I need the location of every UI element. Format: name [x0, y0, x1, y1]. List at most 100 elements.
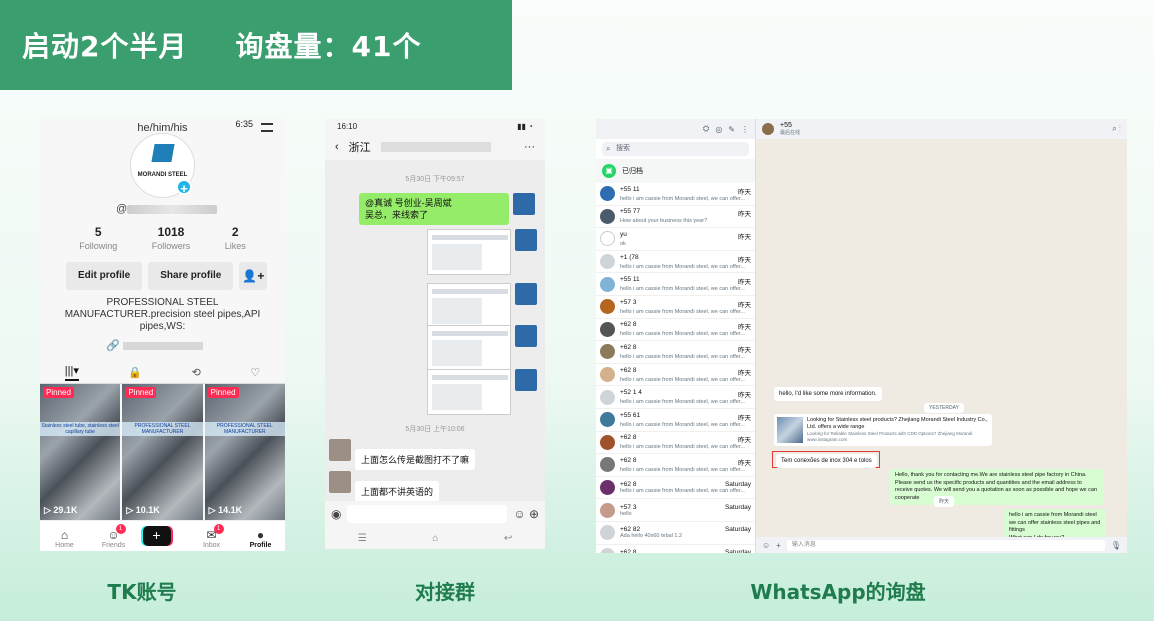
- profile-icon: ●: [256, 528, 265, 542]
- nav-inbox[interactable]: ✉ 1 Inbox: [192, 524, 232, 549]
- chat-text: +55 11 昨天 hello i am cassie from Morandi s…: [620, 276, 751, 292]
- message-input[interactable]: [347, 505, 508, 523]
- whatsapp-screenshot: ⛭ ◎ ✎ ⋮ 搜索 ▣ 已归档 +55 11昨天hello i am cass…: [596, 119, 1127, 553]
- chat-list-item[interactable]: +62 82 Saturday Ada hello 40x60 tebal 1.2: [596, 522, 755, 545]
- stat-following[interactable]: 5 Following: [79, 225, 117, 251]
- avatar[interactable]: [329, 471, 351, 493]
- search-icon[interactable]: ⌕ ⋮: [1112, 124, 1121, 134]
- chat-name: +55 11: [620, 185, 640, 193]
- nav-profile[interactable]: ● Profile: [241, 528, 281, 549]
- message-input[interactable]: 输入消息: [786, 539, 1105, 551]
- add-friend-icon[interactable]: 👤+: [239, 262, 268, 290]
- notification-badge: 1: [115, 524, 126, 534]
- nav-home[interactable]: ⌂ Home: [45, 528, 85, 549]
- chat-list-item[interactable]: +62 8 昨天 hello i am cassie from Morandi st…: [596, 341, 755, 364]
- video-thumb[interactable]: Pinned PROFESSIONAL STEEL MANUFACTURER ▷…: [122, 384, 203, 520]
- emoji-plus-icon[interactable]: ☺ ⊕: [513, 507, 539, 521]
- chat-list-item[interactable]: +62 8Saturdayso we do not have stock: [596, 545, 755, 553]
- chat-list-item[interactable]: +62 8 昨天 hello i am cassie from Morandi st…: [596, 364, 755, 387]
- avatar: [600, 231, 615, 247]
- new-chat-icon[interactable]: ✎: [728, 125, 735, 134]
- banner-inquiries: 询盘量：41个: [235, 30, 422, 63]
- voice-icon[interactable]: ◉: [331, 507, 341, 521]
- video-thumb[interactable]: Pinned PROFESSIONAL STEEL MANUFACTURER ▷…: [204, 384, 285, 520]
- search-input[interactable]: 搜索: [602, 142, 749, 156]
- chat-name: +52 1 4: [620, 389, 642, 397]
- stat-followers[interactable]: 1018 Followers: [152, 225, 191, 251]
- link-preview-card[interactable]: Looking for Stainless steel products? Zh…: [774, 414, 992, 446]
- contact-name: +55: [780, 122, 792, 129]
- chat-list-item[interactable]: +62 8 Saturday hello i am cassie from Mora…: [596, 477, 755, 500]
- home-icon[interactable]: ⌂: [432, 533, 438, 544]
- chat-list-item[interactable]: +57 3 Saturday hello: [596, 499, 755, 522]
- chat-list-item[interactable]: +1 (78 昨天 hello i am cassie from Morandi s…: [596, 251, 755, 274]
- image-message[interactable]: [427, 369, 511, 415]
- avatar[interactable]: [515, 283, 537, 305]
- tk-link[interactable]: 🔗: [106, 339, 203, 352]
- nav-friends[interactable]: ☺ 1 Friends: [94, 524, 134, 549]
- emoji-icon[interactable]: ☺: [762, 541, 770, 550]
- share-profile-button[interactable]: Share profile: [148, 262, 234, 290]
- message-bubble[interactable]: 上面都不讲英语的: [355, 481, 440, 502]
- avatar[interactable]: [515, 325, 537, 347]
- chat-list-item[interactable]: +57 3 昨天 hello i am cassie from Morandi st…: [596, 296, 755, 319]
- avatar[interactable]: [762, 123, 774, 135]
- add-avatar-icon[interactable]: +: [176, 179, 192, 196]
- chat-list-item[interactable]: +55 77 昨天 How about your business this yea…: [596, 206, 755, 229]
- avatar: [600, 186, 615, 202]
- outgoing-message[interactable]: Hello, thank you for contacting me.We ar…: [890, 469, 1104, 505]
- more-icon[interactable]: ···: [524, 141, 535, 153]
- archived-row[interactable]: ▣ 已归档: [596, 159, 755, 183]
- chat-list-item[interactable]: +55 11 昨天 hello i am cassie from Morandi s…: [596, 273, 755, 296]
- chat-name-row: +57 3 Saturday: [620, 504, 751, 511]
- chat-list-item[interactable]: +62 8 昨天 hello i am cassie from Morandi st…: [596, 454, 755, 477]
- tab-liked[interactable]: ♡: [250, 366, 260, 379]
- compose-bar: ☺ + 输入消息 🎙: [756, 537, 1127, 553]
- status-icon[interactable]: ◎: [715, 125, 722, 134]
- mic-icon[interactable]: 🎙: [1111, 541, 1121, 550]
- chat-list-item[interactable]: yu 昨天 ok: [596, 228, 755, 251]
- avatar[interactable]: [513, 193, 535, 215]
- chat-text: +62 8 昨天 hello i am cassie from Morandi st…: [620, 367, 751, 383]
- image-message[interactable]: [427, 283, 511, 329]
- chat-list-item[interactable]: +62 8 昨天 hello i am cassie from Morandi st…: [596, 319, 755, 342]
- menu-icon[interactable]: ☰: [358, 533, 367, 544]
- chat-name: +55 77: [620, 208, 641, 216]
- attach-icon[interactable]: +: [776, 541, 781, 550]
- tab-videos[interactable]: |||▾: [64, 364, 79, 381]
- chat-preview: hello i am cassie from Morandi steel, we…: [620, 376, 745, 383]
- chat-list-item[interactable]: +62 8 昨天 hello i am cassie from Morandi st…: [596, 432, 755, 455]
- chat-name: +62 8: [620, 321, 637, 329]
- avatar: [600, 389, 615, 405]
- nav-create[interactable]: +: [142, 526, 183, 549]
- tab-reposts[interactable]: ⟲: [192, 366, 201, 379]
- back-icon[interactable]: ‹: [335, 141, 339, 153]
- avatar[interactable]: [515, 369, 537, 391]
- video-caption: Stainless steel tube, stainless steel ca…: [40, 422, 121, 436]
- menu-icon[interactable]: [261, 123, 273, 132]
- community-icon[interactable]: ⛭: [703, 124, 709, 134]
- chat-text: +62 82 Saturday Ada hello 40x60 tebal 1.2: [620, 526, 751, 539]
- tab-private[interactable]: 🔒: [128, 366, 142, 379]
- video-thumb[interactable]: Pinned Stainless steel tube, stainless s…: [40, 384, 121, 520]
- avatar[interactable]: [329, 439, 351, 461]
- avatar[interactable]: [515, 229, 537, 251]
- message-bubble[interactable]: 上面怎么传是截图打不了嘛: [355, 449, 476, 470]
- image-message[interactable]: [427, 325, 511, 371]
- back-icon[interactable]: ↩: [504, 533, 512, 544]
- pinned-badge: Pinned: [207, 387, 239, 398]
- edit-profile-button[interactable]: Edit profile: [66, 262, 143, 290]
- banner-title: 启动2个半月: [22, 30, 188, 63]
- system-nav-bar: ☰ ⌂ ↩: [325, 527, 545, 549]
- chat-preview: Ada hello 40x60 tebal 1.2: [620, 533, 683, 540]
- incoming-message[interactable]: Tem conexões de inox 304 e tolos: [776, 454, 877, 468]
- image-message[interactable]: [427, 229, 511, 275]
- chat-list-item[interactable]: +55 61 昨天 hello i am cassie from Morandi s…: [596, 409, 755, 432]
- chat-list-item[interactable]: +52 1 4 昨天 hello i am cassie from Morandi …: [596, 386, 755, 409]
- chat-name: +62 8: [620, 481, 637, 489]
- stat-likes[interactable]: 2 Likes: [225, 225, 246, 251]
- message-bubble[interactable]: @真诚 号创业-吴周斌 吴总，来线索了: [359, 193, 509, 225]
- more-icon[interactable]: ⋮: [741, 125, 749, 134]
- chat-list-item[interactable]: +55 11 昨天 hello i am cassie from Morandi s…: [596, 183, 755, 206]
- incoming-message[interactable]: hello, I'd like some more information.: [774, 387, 882, 401]
